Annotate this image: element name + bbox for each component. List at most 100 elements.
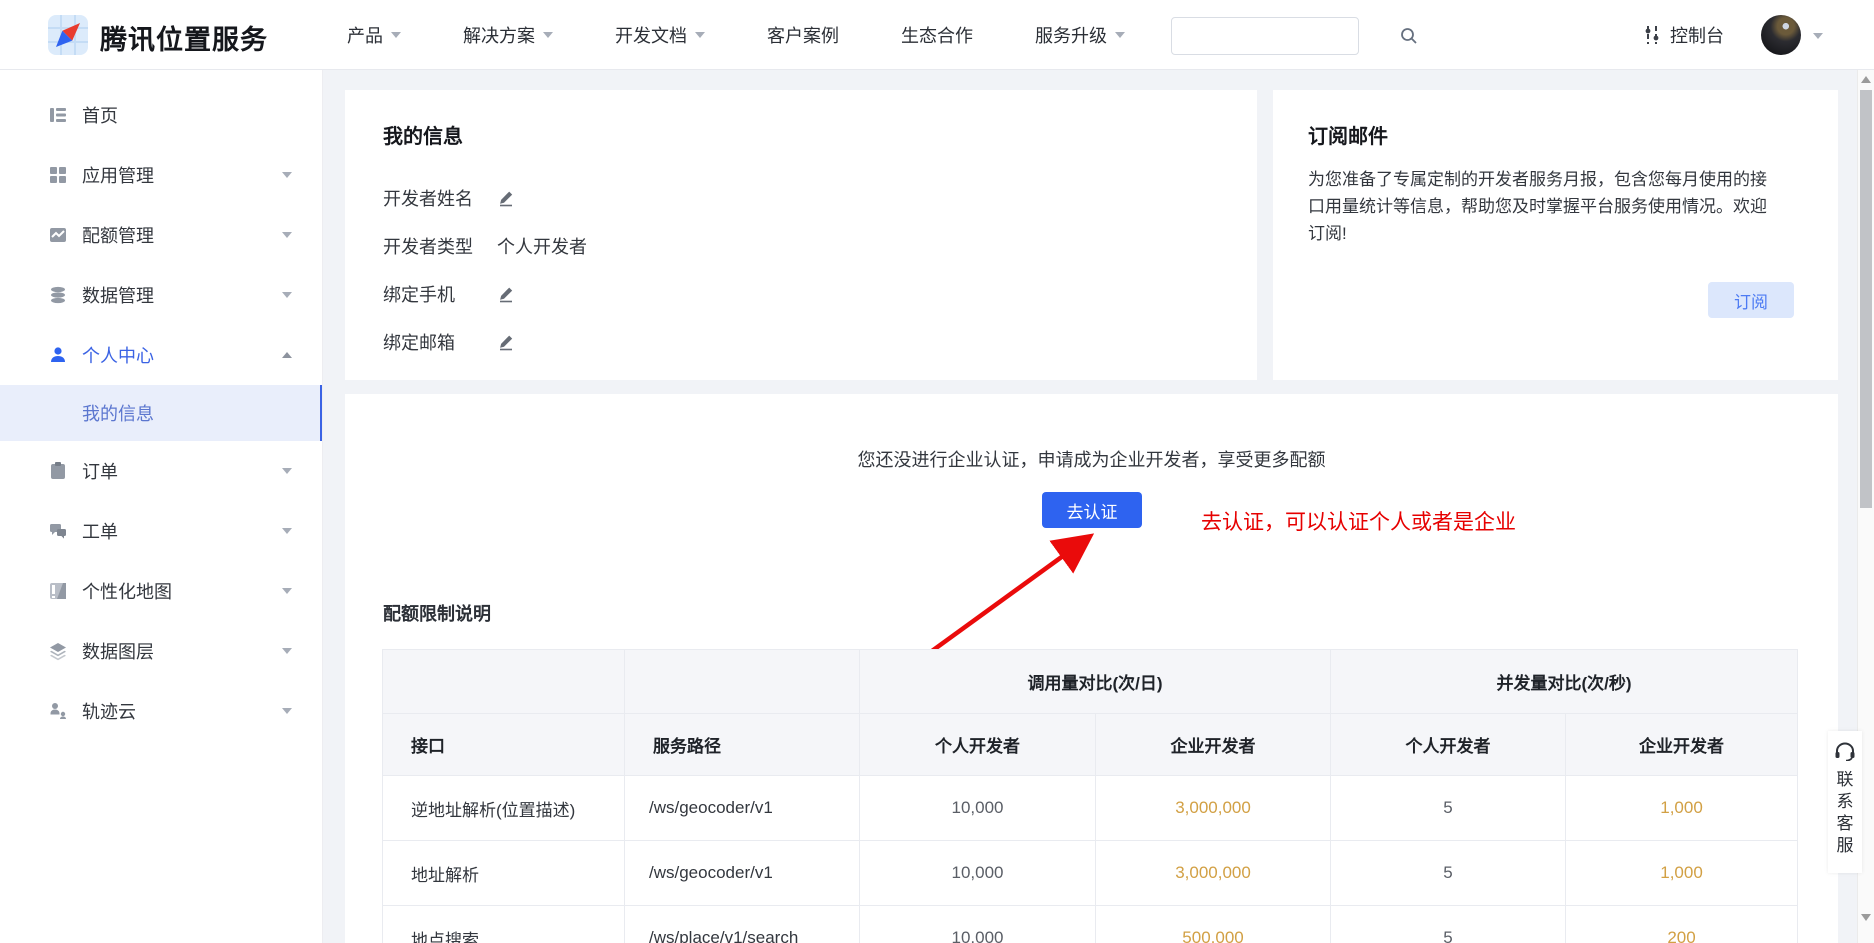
chevron-down-icon [282,468,292,474]
certification-notice: 您还没进行企业认证，申请成为企业开发者，享受更多配额 [345,446,1838,472]
sidebar-item-apps[interactable]: 应用管理 [0,145,322,205]
cell-enterprise-calls: 3,000,000 [1096,776,1331,841]
cell-personal-concurrency: 5 [1331,841,1566,906]
sidebar-item-label: 数据图层 [82,638,154,664]
sidebar-item-track-cloud[interactable]: 轨迹云 [0,681,322,741]
cell-path: /ws/geocoder/v1 [625,841,860,906]
chevron-down-icon [282,588,292,594]
chevron-down-icon [282,648,292,654]
sidebar-item-personal-center[interactable]: 个人中心 [0,325,322,385]
cell-personal-calls: 10,000 [860,906,1096,943]
subscribe-button[interactable]: 订阅 [1708,282,1794,318]
search-box [1171,17,1359,55]
quota-chart-icon [48,225,68,245]
search-input[interactable] [1172,19,1399,53]
col-header-path: 服务路径 [625,714,860,776]
sidebar-item-label: 应用管理 [82,162,154,188]
group-header-concurrency: 并发量对比(次/秒) [1331,650,1798,714]
sidebar-item-label: 首页 [82,102,118,128]
brand-logo-icon[interactable] [48,15,88,55]
nav-ecosystem[interactable]: 生态合作 [901,22,973,48]
certification-quota-card: 您还没进行企业认证，申请成为企业开发者，享受更多配额 去认证 去认证，可以认证个… [345,394,1838,943]
sidebar-item-label: 个人中心 [82,342,154,368]
sidebar: 首页 应用管理 配额管理 [0,70,323,943]
chevron-down-icon [391,32,401,38]
chevron-down-icon [282,232,292,238]
developer-type-value: 个人开发者 [497,233,587,259]
scrollbar-down-arrow[interactable] [1861,914,1871,921]
search-icon[interactable] [1399,26,1419,46]
scrollbar-up-arrow[interactable] [1861,76,1871,83]
sidebar-subitem-label: 我的信息 [82,400,154,426]
clipboard-icon [48,461,68,481]
sidebar-item-data[interactable]: 数据管理 [0,265,322,325]
user-avatar[interactable] [1761,15,1801,55]
console-label: 控制台 [1670,22,1724,48]
subscribe-title: 订阅邮件 [1308,120,1388,149]
chevron-down-icon [695,32,705,38]
cell-personal-concurrency: 5 [1331,906,1566,943]
cell-personal-calls: 10,000 [860,841,1096,906]
track-pin-icon [48,701,68,721]
go-certify-button[interactable]: 去认证 [1042,492,1142,528]
nav-docs[interactable]: 开发文档 [615,22,705,48]
sidebar-item-orders[interactable]: 订单 [0,441,322,501]
sidebar-item-custom-map[interactable]: 个性化地图 [0,561,322,621]
nav-cases[interactable]: 客户案例 [767,22,839,48]
cell-personal-concurrency: 5 [1331,776,1566,841]
col-header-personal: 个人开发者 [1331,714,1566,776]
nav-docs-label: 开发文档 [615,22,687,48]
contact-support-widget[interactable]: 联系客服 [1828,731,1862,873]
edit-pencil-icon[interactable] [497,285,515,303]
home-list-icon [48,105,68,125]
layers-icon [48,641,68,661]
nav-products[interactable]: 产品 [347,22,401,48]
brand-title[interactable]: 腾讯位置服务 [100,18,268,57]
cell-enterprise-concurrency: 1,000 [1566,841,1798,906]
sidebar-item-layers[interactable]: 数据图层 [0,621,322,681]
nav-upgrade-label: 服务升级 [1035,22,1107,48]
edit-pencil-icon[interactable] [497,333,515,351]
profile-row-email: 绑定邮箱 [383,318,587,366]
sidebar-item-label: 工单 [82,518,118,544]
my-info-title: 我的信息 [383,120,463,149]
edit-pencil-icon[interactable] [497,189,515,207]
chevron-down-icon [282,292,292,298]
cell-api: 地点搜索 [383,906,625,943]
field-label: 开发者类型 [383,233,497,259]
chevron-down-icon [282,172,292,178]
cell-enterprise-concurrency: 1,000 [1566,776,1798,841]
chevron-down-icon [1115,32,1125,38]
sidebar-subitem-my-info[interactable]: 我的信息 [0,385,322,441]
field-label: 绑定手机 [383,281,497,307]
sidebar-item-quota[interactable]: 配额管理 [0,205,322,265]
nav-solutions[interactable]: 解决方案 [463,22,553,48]
table-row: 地点搜索 /ws/place/v1/search 10,000 500,000 … [383,906,1798,943]
nav-cases-label: 客户案例 [767,22,839,48]
nav-products-label: 产品 [347,22,383,48]
col-header-enterprise: 企业开发者 [1566,714,1798,776]
my-info-card: 我的信息 开发者姓名 开发者类型 个人开发者 绑定手机 绑定邮箱 [345,90,1257,380]
main-nav: 产品 解决方案 开发文档 客户案例 生态合作 服务升级 [347,0,1125,70]
col-header-personal: 个人开发者 [860,714,1096,776]
console-link[interactable]: 控制台 [1643,0,1724,70]
chat-bubbles-icon [48,521,68,541]
cell-enterprise-calls: 3,000,000 [1096,841,1331,906]
sidebar-item-label: 个性化地图 [82,578,172,604]
sidebar-item-home[interactable]: 首页 [0,85,322,145]
cell-enterprise-concurrency: 200 [1566,906,1798,943]
nav-ecosystem-label: 生态合作 [901,22,973,48]
profile-row-phone: 绑定手机 [383,270,587,318]
profile-row-type: 开发者类型 个人开发者 [383,222,587,270]
custom-map-icon [48,581,68,601]
quota-table: 调用量对比(次/日) 并发量对比(次/秒) 接口 服务路径 个人开发者 企业开发… [382,649,1798,943]
headset-icon [1834,741,1856,761]
quota-section-title: 配额限制说明 [383,600,491,626]
sidebar-item-label: 配额管理 [82,222,154,248]
sidebar-item-tickets[interactable]: 工单 [0,501,322,561]
nav-upgrade[interactable]: 服务升级 [1035,22,1125,48]
avatar-chevron-down-icon[interactable] [1813,33,1823,39]
cell-path: /ws/place/v1/search [625,906,860,943]
field-label: 绑定邮箱 [383,329,497,355]
scrollbar-thumb[interactable] [1860,90,1872,508]
